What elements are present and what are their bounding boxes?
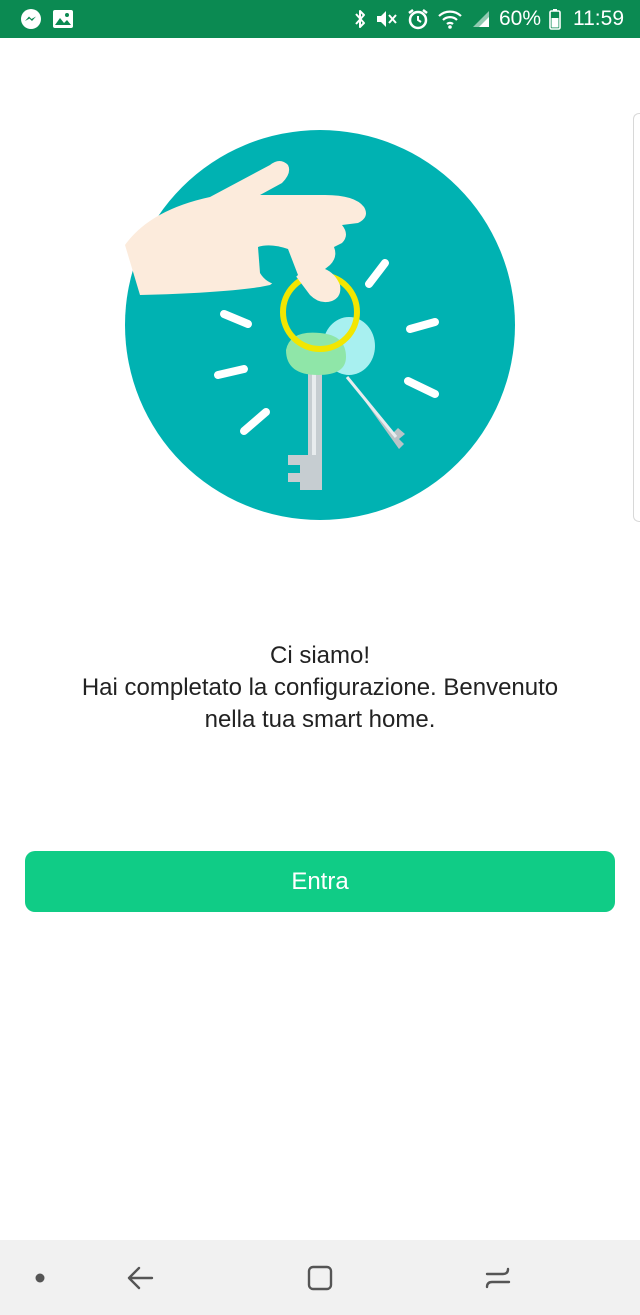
screen: 60% 11:59 Ci siamo! Hai completato la co… <box>0 0 640 1315</box>
bluetooth-icon <box>353 8 367 30</box>
message-line-2: Hai completato la configurazione. Benven… <box>81 674 559 701</box>
hand-holding-keys-icon <box>120 125 520 525</box>
back-icon[interactable] <box>115 1240 165 1315</box>
alarm-icon <box>407 8 429 30</box>
message-title: Ci siamo! <box>269 642 371 669</box>
navigation-bar <box>0 1240 640 1315</box>
nav-dot-icon[interactable] <box>20 1240 60 1315</box>
wifi-icon <box>437 8 463 30</box>
clock: 11:59 <box>573 7 624 30</box>
battery-icon <box>549 8 561 30</box>
status-right: 60% 11:59 <box>353 7 624 31</box>
mute-icon <box>375 8 399 30</box>
home-icon[interactable] <box>295 1240 345 1315</box>
battery-percentage: 60% <box>498 7 541 30</box>
status-bar: 60% 11:59 <box>0 0 640 38</box>
status-left <box>20 8 74 30</box>
image-icon <box>52 9 74 29</box>
enter-button[interactable]: Entra <box>25 851 615 912</box>
recents-icon[interactable] <box>473 1240 523 1315</box>
signal-icon <box>471 9 491 29</box>
completion-message: Ci siamo! Hai completato la configurazio… <box>20 640 620 736</box>
messenger-icon <box>20 8 42 30</box>
edge-panel-handle[interactable] <box>633 113 640 522</box>
message-line-3: nella tua smart home. <box>204 706 436 733</box>
